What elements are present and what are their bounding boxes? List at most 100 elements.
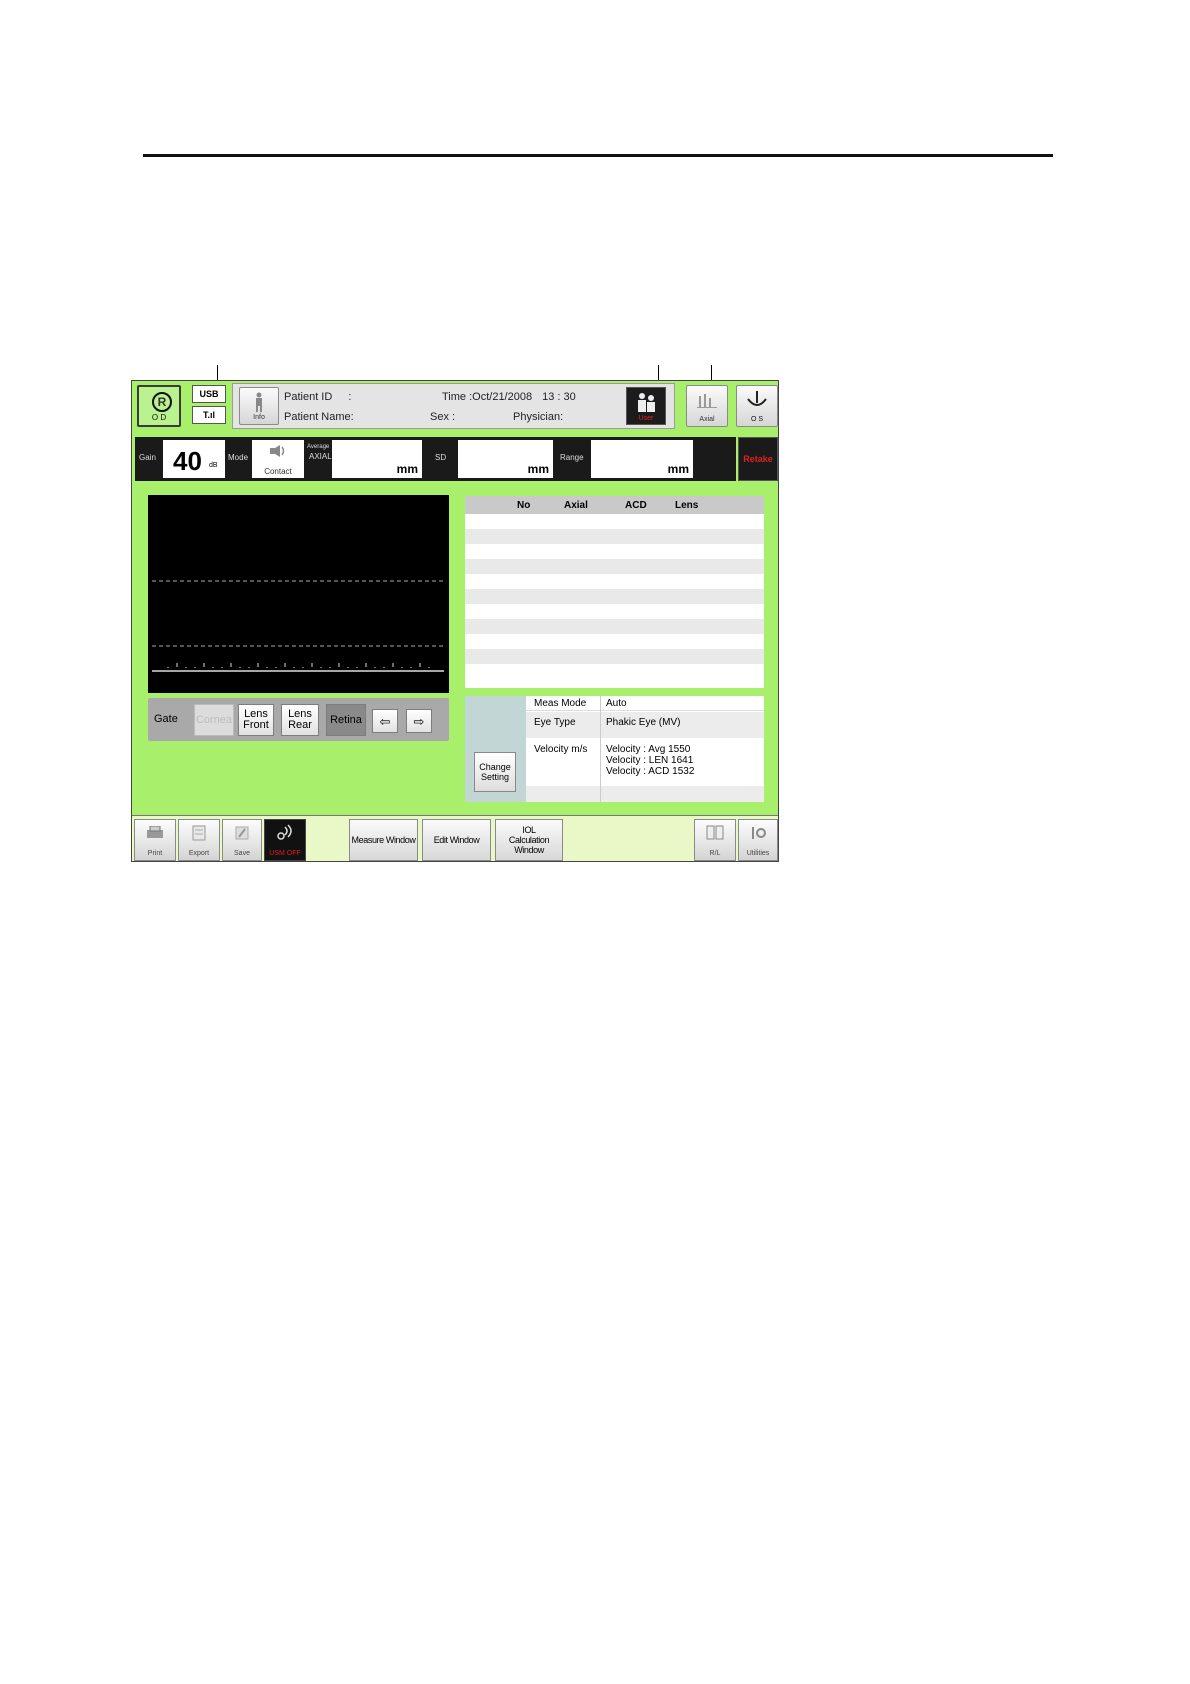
gate-cornea-button[interactable]: Cornea	[194, 704, 234, 736]
person-icon	[256, 392, 262, 412]
usm-label: USM OFF	[269, 850, 301, 857]
settings-list: Meas Mode Auto Eye Type Phakic Eye (MV) …	[526, 696, 764, 802]
mode-label: Mode	[228, 453, 249, 462]
axial-button[interactable]: Axial	[686, 385, 728, 427]
range-label: Range	[560, 453, 584, 462]
save-icon	[235, 826, 249, 840]
usm-icon	[277, 824, 292, 840]
change-setting-line1: Change	[479, 762, 511, 772]
wrench-gear-icon	[752, 827, 766, 839]
table-row[interactable]	[465, 544, 764, 559]
info-button[interactable]: Info	[239, 387, 279, 425]
mode-value: Contact	[264, 467, 292, 476]
axial-icon	[697, 394, 717, 408]
left-arrow-icon: ⇦	[379, 713, 391, 729]
usm-toggle-button[interactable]: USM OFF	[264, 819, 306, 861]
rl-button[interactable]: R/L	[694, 819, 736, 861]
eye-od-button[interactable]: R O D	[137, 385, 181, 427]
range-unit: mm	[667, 462, 689, 476]
user-caption: User	[638, 415, 654, 422]
user-button[interactable]: User	[626, 387, 666, 425]
gate-lens-front-button[interactable]: Lens Front	[238, 704, 274, 736]
usb-status-icon[interactable]: USB	[192, 385, 226, 403]
printer-icon	[147, 825, 163, 838]
utilities-button[interactable]: Utilities	[738, 819, 778, 861]
users-icon	[638, 393, 655, 412]
eye-type-label: Eye Type	[534, 717, 576, 728]
col-lens: Lens	[675, 500, 699, 511]
gain-value: 40	[173, 446, 202, 476]
eye-od-label: O D	[151, 413, 167, 422]
print-button[interactable]: Print	[134, 819, 176, 861]
table-row[interactable]	[465, 649, 764, 664]
results-table[interactable]: No Axial ACD Lens	[465, 496, 764, 688]
patient-info-bar: Info Patient ID: Patient Name: Time :Oct…	[232, 383, 675, 429]
patient-name-label: Patient Name:	[284, 411, 354, 423]
table-row[interactable]	[465, 574, 764, 589]
retake-label: Retake	[743, 454, 773, 464]
time-display: Time :Oct/21/2008 13 : 30	[442, 391, 576, 403]
info-label: Info	[253, 414, 265, 421]
range-value-box: mm	[591, 440, 693, 478]
rl-icon	[706, 825, 724, 840]
meas-mode-value: Auto	[606, 698, 627, 709]
gain-unit: dB	[209, 462, 218, 469]
table-row[interactable]	[465, 529, 764, 544]
measurement-strip: Gain 40 dB Mode Contact Average AXIAL mm…	[135, 437, 736, 481]
gate-right-arrow-button[interactable]: ⇨	[406, 709, 432, 733]
gate-bar: Gate Cornea Lens Front Lens Rear Retina …	[148, 698, 449, 741]
col-no: No	[517, 500, 531, 511]
table-row[interactable]	[465, 619, 764, 634]
table-row[interactable]	[465, 589, 764, 604]
change-setting-button[interactable]: Change Setting	[474, 752, 516, 792]
mode-button[interactable]: Contact	[252, 440, 304, 478]
page-divider	[143, 154, 1053, 157]
gate-retina-button[interactable]: Retina	[326, 704, 366, 736]
sd-value-box: mm	[458, 440, 553, 478]
probe-icon	[747, 391, 767, 406]
speaker-icon	[270, 445, 285, 457]
sd-label: SD	[435, 453, 447, 462]
measure-window-button[interactable]: Measure Window	[349, 819, 418, 861]
table-row[interactable]	[465, 559, 764, 574]
edit-window-button[interactable]: Edit Window	[422, 819, 491, 861]
axial-label: Axial	[699, 416, 715, 423]
change-setting-line2: Setting	[480, 772, 510, 782]
right-arrow-icon: ⇨	[413, 713, 425, 729]
export-button[interactable]: Export	[178, 819, 220, 861]
rl-label: R/L	[709, 850, 721, 857]
sex-label: Sex :	[430, 411, 456, 423]
eye-os-button[interactable]: O S	[736, 385, 778, 427]
save-label: Save	[234, 850, 250, 857]
gate-lens-rear-button[interactable]: Lens Rear	[281, 704, 319, 736]
export-label: Export	[188, 850, 210, 857]
axial-value-box: mm	[332, 440, 422, 478]
gain-value-box[interactable]: 40 dB	[163, 440, 225, 478]
gate-label: Gate	[154, 713, 178, 725]
velocity-avg: Velocity : Avg 1550	[606, 744, 691, 755]
retake-button[interactable]: Retake	[738, 437, 778, 481]
col-acd: ACD	[625, 500, 647, 511]
waveform-graph	[152, 580, 444, 672]
average-label: Average	[307, 444, 330, 450]
col-axial: Axial	[564, 500, 588, 511]
average-axial-label: AXIAL	[309, 452, 332, 461]
velocity-label: Velocity m/s	[534, 744, 588, 755]
bottom-toolbar: Print Export Save USM OFF Measure Window…	[132, 815, 778, 861]
right-eye-icon: R	[152, 392, 172, 412]
table-row[interactable]	[465, 634, 764, 649]
waveform-display[interactable]	[148, 495, 449, 693]
iol-calculation-window-button[interactable]: IOL Calculation Window	[495, 819, 563, 861]
gate-left-arrow-button[interactable]: ⇦	[372, 709, 398, 733]
gain-label: Gain	[139, 453, 156, 462]
usb-label: USB	[199, 389, 219, 399]
save-button[interactable]: Save	[222, 819, 262, 861]
table-row[interactable]	[465, 664, 764, 679]
sd-unit: mm	[527, 462, 549, 476]
table-row[interactable]	[465, 514, 764, 529]
physician-label: Physician:	[513, 411, 564, 423]
table-row[interactable]	[465, 604, 764, 619]
velocity-acd: Velocity : ACD 1532	[606, 766, 695, 777]
eye-type-value: Phakic Eye (MV)	[606, 717, 681, 728]
eye-os-label: O S	[750, 416, 764, 423]
